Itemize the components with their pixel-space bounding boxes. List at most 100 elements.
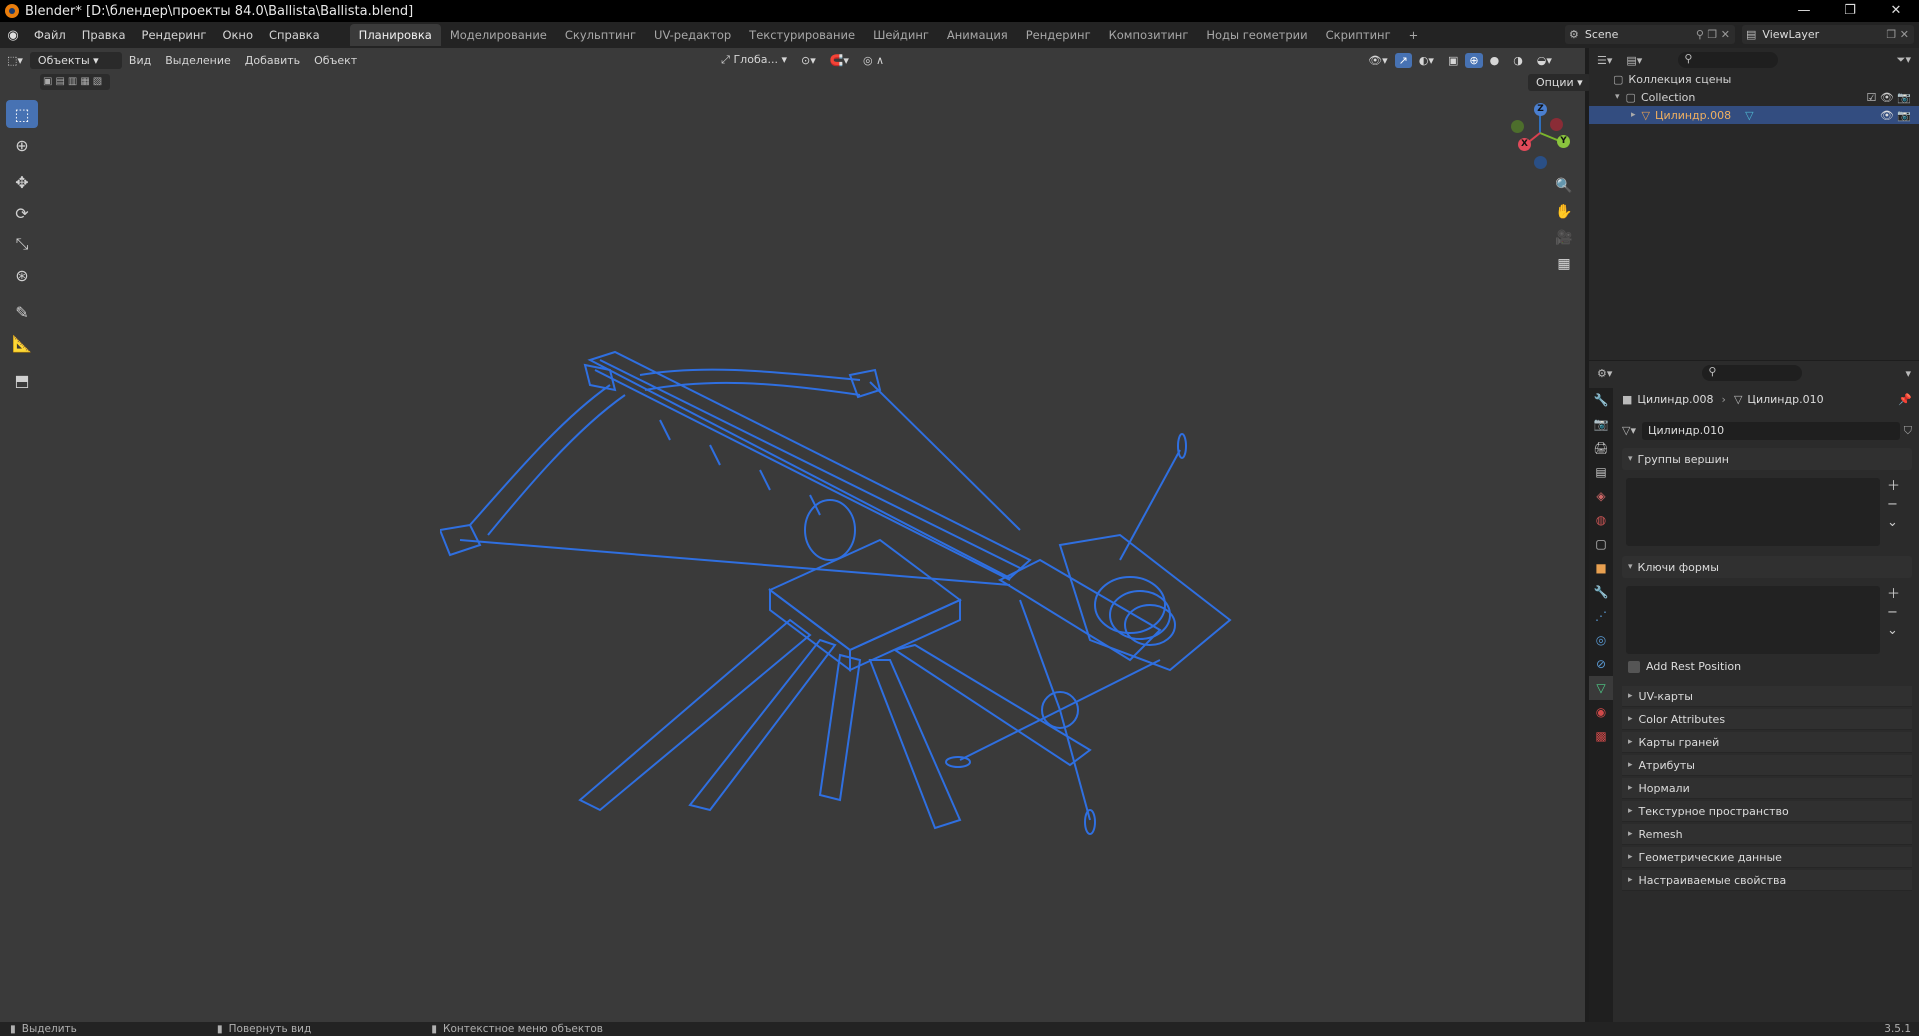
outliner-row-scene-collection[interactable]: ▢ Коллекция сцены <box>1589 70 1919 88</box>
section-texture-space[interactable]: ▸ Текстурное пространство <box>1622 801 1912 822</box>
cursor-tool[interactable]: ⊕ <box>6 131 38 159</box>
menu-edit[interactable]: Правка <box>74 22 134 48</box>
collection-tab-icon[interactable]: ▢ <box>1589 532 1613 556</box>
scale-tool[interactable]: ⤡ <box>6 230 38 258</box>
pin-icon[interactable]: ⚲ ❐ ✕ <box>1696 28 1730 41</box>
texture-tab-icon[interactable]: ▩ <box>1589 724 1613 748</box>
close-button[interactable]: ✕ <box>1873 0 1919 22</box>
outliner-editor-icon[interactable]: ☰▾ <box>1597 54 1612 67</box>
vertex-groups-list[interactable] <box>1626 478 1880 546</box>
tab-rendering[interactable]: Рендеринг <box>1017 24 1100 46</box>
section-uv-maps[interactable]: ▸ UV-карты <box>1622 686 1912 707</box>
physics-tab-icon[interactable]: ◎ <box>1589 628 1613 652</box>
menu-select[interactable]: Выделение <box>158 54 238 67</box>
display-mode-icon[interactable]: ▤▾ <box>1626 54 1642 67</box>
tab-uv-editing[interactable]: UV-редактор <box>645 24 740 46</box>
expand-arrow-icon[interactable]: ▾ <box>1615 92 1620 102</box>
fake-user-shield-icon[interactable]: ⛉ <box>1904 424 1912 438</box>
tab-modeling[interactable]: Моделирование <box>441 24 556 46</box>
overlay-icon[interactable]: ◐▾ <box>1412 54 1441 67</box>
properties-options-icon[interactable]: ▾ <box>1905 367 1911 380</box>
rendered-shading-icon[interactable]: ◒▾ <box>1530 54 1559 67</box>
filter-icon[interactable]: ⏷▾ <box>1897 53 1911 67</box>
mesh-data-icon[interactable]: ▽ <box>1745 109 1753 122</box>
tab-shading[interactable]: Шейдинг <box>864 24 938 46</box>
particles-tab-icon[interactable]: ⋰ <box>1589 604 1613 628</box>
menu-window[interactable]: Окно <box>214 22 261 48</box>
section-color-attributes[interactable]: ▸ Color Attributes <box>1622 709 1912 730</box>
constraints-tab-icon[interactable]: ⊘ <box>1589 652 1613 676</box>
visibility-icon[interactable]: 👁▾ <box>1361 54 1395 67</box>
tab-geometry-nodes[interactable]: Ноды геометрии <box>1197 24 1316 46</box>
navigation-gizmo[interactable]: Z Y X <box>1500 98 1580 178</box>
tool-tab-icon[interactable]: 🔧 <box>1589 388 1613 412</box>
select-box-tool[interactable]: ⬚ <box>6 100 38 128</box>
tab-animation[interactable]: Анимация <box>938 24 1017 46</box>
gizmo-neg-y[interactable] <box>1511 120 1524 133</box>
wireframe-shading-icon[interactable]: ⊕ <box>1465 52 1483 68</box>
transform-tool[interactable]: ⊛ <box>6 261 38 289</box>
section-normals[interactable]: ▸ Нормали <box>1622 778 1912 799</box>
menu-render[interactable]: Рендеринг <box>134 22 215 48</box>
shape-key-controls[interactable]: ＋ − ⌄ <box>1887 586 1900 640</box>
gizmo-z-axis[interactable]: Z <box>1534 103 1547 116</box>
section-geometry-data[interactable]: ▸ Геометрические данные <box>1622 847 1912 868</box>
vertex-group-controls[interactable]: ＋ − ⌄ <box>1887 478 1900 532</box>
output-tab-icon[interactable]: 🖨 <box>1589 436 1613 460</box>
outliner-row-object[interactable]: ▸ ▽ Цилиндр.008 ▽ 👁 📷 <box>1589 106 1919 124</box>
scene-selector[interactable]: ⚙ Scene ⚲ ❐ ✕ <box>1565 25 1735 44</box>
section-face-maps[interactable]: ▸ Карты граней <box>1622 732 1912 753</box>
zoom-icon[interactable]: 🔍 <box>1551 174 1577 198</box>
pin-properties-icon[interactable]: 📌 <box>1898 393 1912 406</box>
vertex-groups-panel-header[interactable]: ▾ Группы вершин <box>1622 448 1912 470</box>
view-layer-actions-icon[interactable]: ❐ ✕ <box>1886 28 1909 41</box>
tab-sculpting[interactable]: Скульптинг <box>556 24 645 46</box>
add-rest-position-checkbox[interactable] <box>1628 660 1640 673</box>
menu-view[interactable]: Вид <box>122 54 158 67</box>
perspective-grid-icon[interactable]: ▦ <box>1551 252 1577 276</box>
section-remesh[interactable]: ▸ Remesh <box>1622 824 1912 845</box>
pivot-icon[interactable]: ⊙▾ <box>794 54 823 67</box>
xray-icon[interactable]: ▣ <box>1441 54 1465 67</box>
pan-hand-icon[interactable]: ✋ <box>1551 200 1577 224</box>
gizmo-x-axis[interactable]: X <box>1518 138 1531 151</box>
object-tab-icon[interactable]: ■ <box>1589 556 1613 580</box>
selection-mode-buttons[interactable]: ▣▤▥▦▧ <box>40 74 110 90</box>
mode-dropdown[interactable]: Объекты ▾ <box>29 51 122 69</box>
material-shading-icon[interactable]: ◑ <box>1506 54 1530 67</box>
scene-tab-icon[interactable]: ◈ <box>1589 484 1613 508</box>
transform-orientation-dropdown[interactable]: ⤢ Глоба... ▾ <box>714 53 794 67</box>
gizmo-neg-x[interactable] <box>1550 118 1563 131</box>
tab-layout[interactable]: Планировка <box>349 24 441 46</box>
mesh-name-field[interactable]: Цилиндр.010 <box>1641 421 1900 440</box>
view-layer-selector[interactable]: ▤ ViewLayer ❐ ✕ <box>1742 25 1914 44</box>
collapse-arrow-icon[interactable]: ▸ <box>1631 110 1636 120</box>
section-custom-properties[interactable]: ▸ Настраиваемые свойства <box>1622 870 1912 891</box>
gizmo-toggle-icon[interactable]: ↗ <box>1394 52 1412 68</box>
outliner-search-input[interactable]: ⚲ <box>1678 52 1779 68</box>
proportional-edit-icon[interactable]: ◎ ∧ <box>856 54 891 67</box>
menu-add[interactable]: Добавить <box>238 54 307 67</box>
collection-visibility-icons[interactable]: ☑ 👁 📷 <box>1866 91 1911 104</box>
camera-icon[interactable]: 🎥 <box>1551 226 1577 250</box>
tab-compositing[interactable]: Композитинг <box>1100 24 1198 46</box>
tab-scripting[interactable]: Скриптинг <box>1317 24 1400 46</box>
shape-keys-panel-header[interactable]: ▾ Ключи формы <box>1622 556 1912 578</box>
gizmo-y-axis[interactable]: Y <box>1557 135 1570 148</box>
add-cube-tool[interactable]: ⬒ <box>6 366 38 394</box>
properties-search-input[interactable]: ⚲ <box>1702 365 1803 381</box>
tab-texture-paint[interactable]: Текстурирование <box>740 24 864 46</box>
mesh-data-tab-icon[interactable]: ▽ <box>1589 676 1613 700</box>
editor-type-icon[interactable]: ⬚▾ <box>0 54 30 67</box>
move-tool[interactable]: ✥ <box>6 168 38 196</box>
modifier-tab-icon[interactable]: 🔧 <box>1589 580 1613 604</box>
outliner-row-collection[interactable]: ▾ ▢ Collection ☑ 👁 📷 <box>1589 88 1919 106</box>
annotate-tool[interactable]: ✎ <box>6 298 38 326</box>
world-tab-icon[interactable]: ◍ <box>1589 508 1613 532</box>
object-visibility-icons[interactable]: 👁 📷 <box>1880 109 1911 122</box>
options-dropdown[interactable]: Опции ▾ <box>1528 74 1591 91</box>
menu-file[interactable]: Файл <box>26 22 74 48</box>
view-layer-tab-icon[interactable]: ▤ <box>1589 460 1613 484</box>
maximize-button[interactable]: ❐ <box>1827 0 1873 22</box>
solid-shading-icon[interactable]: ● <box>1483 54 1507 67</box>
